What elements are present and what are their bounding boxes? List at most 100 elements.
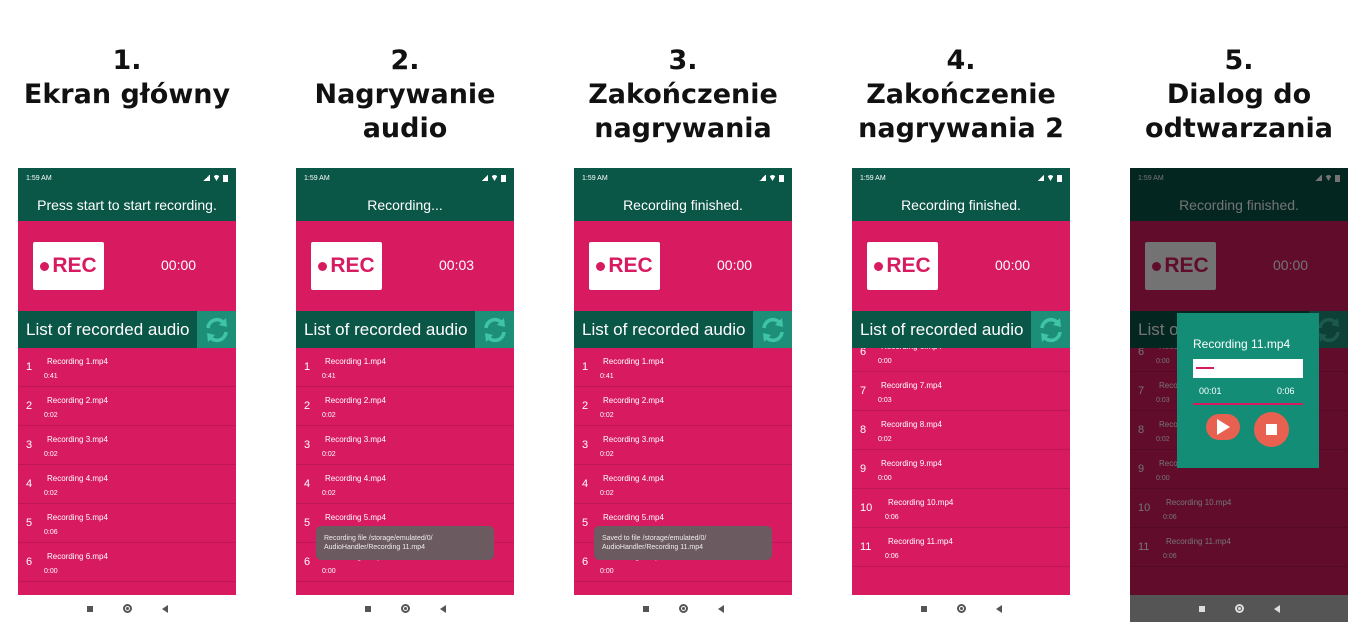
- nav-recents-icon[interactable]: [642, 605, 649, 612]
- toast-line: AudioHandler/Recording 11.mp4: [324, 544, 426, 551]
- record-label: REC: [886, 254, 931, 277]
- list-item[interactable]: 6 Recording 6.mp4 0:00: [852, 348, 1070, 372]
- list-item[interactable]: 5 Recording 5.mp4 0:06: [18, 504, 236, 543]
- list-item[interactable]: 2 Recording 2.mp4 0:02: [574, 387, 792, 426]
- item-index: 7: [860, 385, 867, 397]
- play-button[interactable]: [1206, 414, 1240, 440]
- toast-line: AudioHandler/Recording 11.mp4: [602, 544, 704, 551]
- item-duration: 0:06: [885, 514, 899, 521]
- nav-home-icon[interactable]: [956, 604, 966, 613]
- nav-back-icon[interactable]: [161, 604, 168, 613]
- item-duration: 0:06: [885, 553, 899, 560]
- list-item[interactable]: 4 Recording 4.mp4 0:02: [574, 465, 792, 504]
- item-name: Recording 2.mp4: [325, 396, 386, 405]
- list-item[interactable]: 9 Recording 9.mp4 0:00: [852, 450, 1070, 489]
- item-duration: 0:02: [600, 451, 614, 458]
- item-index: 9: [860, 463, 867, 475]
- nav-recents-icon[interactable]: [920, 605, 927, 612]
- item-duration: 0:00: [878, 358, 892, 365]
- list-item[interactable]: 7 Recording 7.mp4 0:03: [852, 372, 1070, 411]
- wifi-icon: [491, 175, 498, 181]
- nav-back-icon[interactable]: [1273, 604, 1280, 613]
- step-title-line: Zakończenie: [588, 79, 778, 110]
- nav-home-icon[interactable]: [1234, 604, 1244, 613]
- nav-back-icon[interactable]: [995, 604, 1002, 613]
- record-button[interactable]: REC: [589, 242, 660, 290]
- nav-home-icon[interactable]: [678, 604, 688, 613]
- item-name: Recording 3.mp4: [603, 435, 664, 444]
- status-bar: 1:59 AM: [852, 168, 1070, 188]
- list-item[interactable]: 1 Recording 1.mp4 0:41: [574, 348, 792, 387]
- recordings-list[interactable]: 1 Recording 1.mp4 0:41 2 Recording 2.mp4 0:02…: [18, 348, 236, 595]
- step-title-line: Nagrywanie: [314, 79, 496, 110]
- list-item[interactable]: 1 Recording 1.mp4 0:41: [18, 348, 236, 387]
- list-item[interactable]: 2 Recording 2.mp4 0:02: [18, 387, 236, 426]
- battery-icon: [223, 174, 228, 182]
- record-panel: REC 00:00: [852, 221, 1070, 311]
- list-item[interactable]: 8 Recording 8.mp4 0:02: [852, 411, 1070, 450]
- status-message: Recording...: [296, 188, 514, 221]
- screen-heading: 3. Zakończenie nagrywania: [534, 44, 832, 146]
- item-index: 6: [26, 556, 33, 568]
- step-title-line: Dialog do: [1166, 79, 1312, 110]
- nav-back-icon[interactable]: [439, 604, 446, 613]
- signal-icon: [203, 175, 210, 181]
- item-index: 3: [304, 439, 311, 451]
- item-name: Recording 4.mp4: [47, 474, 108, 483]
- item-name: Recording 3.mp4: [325, 435, 386, 444]
- list-item[interactable]: 4 Recording 4.mp4 0:02: [18, 465, 236, 504]
- list-item[interactable]: 2 Recording 2.mp4 0:02: [296, 387, 514, 426]
- refresh-button[interactable]: [475, 311, 514, 348]
- record-button[interactable]: REC: [311, 242, 382, 290]
- refresh-button[interactable]: [753, 311, 792, 348]
- item-index: 2: [26, 400, 33, 412]
- seek-bar[interactable]: [1193, 403, 1303, 405]
- item-duration: 0:02: [322, 451, 336, 458]
- recording-timer: 00:00: [161, 257, 197, 273]
- rec-dot-icon: [40, 261, 50, 271]
- item-name: Recording 4.mp4: [325, 474, 386, 483]
- item-duration: 0:41: [600, 373, 614, 380]
- item-index: 1: [304, 361, 311, 373]
- battery-icon: [779, 174, 784, 182]
- total-time: 0:06: [1277, 386, 1295, 396]
- list-item[interactable]: 3 Recording 3.mp4 0:02: [18, 426, 236, 465]
- stop-button[interactable]: [1254, 412, 1289, 447]
- item-name: Recording 5.mp4: [47, 513, 108, 522]
- refresh-button[interactable]: [1031, 311, 1070, 348]
- nav-home-icon[interactable]: [122, 604, 132, 613]
- list-item[interactable]: 3 Recording 3.mp4 0:02: [296, 426, 514, 465]
- list-item[interactable]: 4 Recording 4.mp4 0:02: [296, 465, 514, 504]
- item-duration: 0:00: [44, 568, 58, 575]
- nav-recents-icon[interactable]: [1198, 605, 1205, 612]
- recording-timer: 00:00: [717, 257, 753, 273]
- navigation-bar: [18, 595, 236, 622]
- screen-heading: 1. Ekran główny: [0, 44, 276, 112]
- recordings-list[interactable]: 6 Recording 6.mp4 0:00 7 Recording 7.mp4 0:03…: [852, 348, 1070, 595]
- item-index: 5: [26, 517, 33, 529]
- status-message: Recording finished.: [852, 188, 1070, 221]
- item-index: 5: [304, 517, 311, 529]
- phone-screenshot: 1:59 AMRecording finished.REC00:00List o…: [1130, 168, 1348, 622]
- step-title-line: Ekran główny: [23, 79, 231, 110]
- progress-bar: [1193, 359, 1303, 378]
- status-icons: [203, 174, 228, 182]
- item-name: Recording 8.mp4: [881, 420, 942, 429]
- nav-recents-icon[interactable]: [364, 605, 371, 612]
- record-button[interactable]: REC: [33, 242, 104, 290]
- step-title-line: odtwarzania: [1145, 113, 1333, 144]
- nav-home-icon[interactable]: [400, 604, 410, 613]
- list-item[interactable]: 1 Recording 1.mp4 0:41: [296, 348, 514, 387]
- record-label: REC: [608, 254, 653, 277]
- record-button[interactable]: REC: [867, 242, 938, 290]
- item-name: Recording 4.mp4: [603, 474, 664, 483]
- list-item[interactable]: 6 Recording 6.mp4 0:00: [18, 543, 236, 582]
- refresh-button[interactable]: [197, 311, 236, 348]
- record-panel: REC 00:00: [574, 221, 792, 311]
- nav-recents-icon[interactable]: [86, 605, 93, 612]
- list-item[interactable]: 10 Recording 10.mp4 0:06: [852, 489, 1070, 528]
- list-item[interactable]: 11 Recording 11.mp4 0:06: [852, 528, 1070, 567]
- nav-back-icon[interactable]: [717, 604, 724, 613]
- item-index: 3: [582, 439, 589, 451]
- list-item[interactable]: 3 Recording 3.mp4 0:02: [574, 426, 792, 465]
